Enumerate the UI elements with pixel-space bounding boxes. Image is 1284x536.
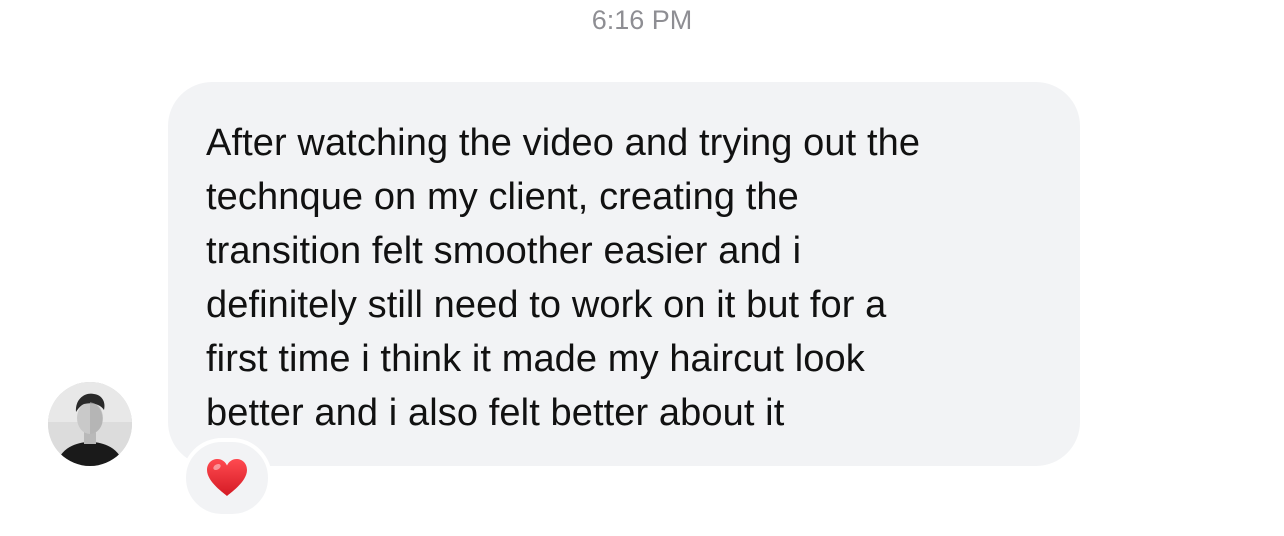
incoming-message-row: After watching the video and trying out … — [0, 0, 1284, 536]
message-bubble[interactable]: After watching the video and trying out … — [168, 82, 1080, 466]
profile-photo-icon — [48, 382, 132, 466]
message-text: After watching the video and trying out … — [206, 122, 921, 434]
red-heart-icon — [207, 459, 247, 496]
sender-avatar[interactable] — [48, 382, 132, 466]
reaction-badge[interactable] — [182, 438, 272, 518]
